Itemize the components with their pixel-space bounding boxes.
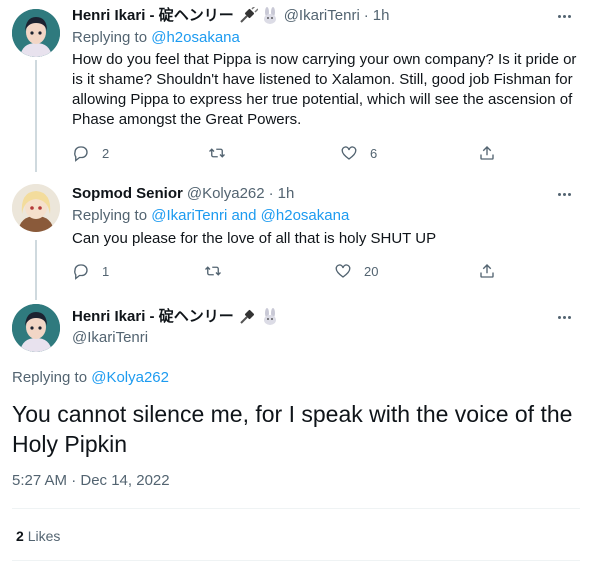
reply-target-link[interactable]: @IkariTenri and @h2osakana [151,207,349,224]
replying-to: Replying to @Kolya262 [12,368,169,388]
reply-target-link[interactable]: @h2osakana [151,29,240,46]
tweet-header: Henri Ikari - 碇ヘンリー [72,307,280,327]
reply-target-link[interactable]: @Kolya262 [91,369,169,386]
reply-tweet[interactable]: Henri Ikari - 碇ヘンリー @IkariTenri · 1h Rep… [0,0,592,180]
reply-count: 1 [102,263,110,279]
like-button[interactable]: 6 [340,143,377,163]
tweet-header: Henri Ikari - 碇ヘンリー @IkariTenri · 1h [72,6,389,26]
reply-icon [74,146,88,162]
name-emoji [238,7,280,25]
replying-to: Replying to @IkariTenri and @h2osakana [72,206,349,226]
tweet-time[interactable]: 1h [278,184,295,204]
tweet-text: Can you please for the love of all that … [72,230,437,247]
tweet-header: Sopmod Senior @Kolya262 · 1h [72,184,294,204]
avatar[interactable] [12,304,60,352]
replying-prefix: Replying to [72,207,148,224]
reply-button[interactable]: 2 [72,143,109,163]
separator-dot: · [268,185,274,202]
replying-prefix: Replying to [12,369,88,386]
like-count: 20 [364,263,379,279]
more-options-icon[interactable] [554,6,574,26]
user-handle[interactable]: @IkariTenri [72,328,148,348]
separator-dot: · [363,7,369,24]
reply-button[interactable]: 1 [72,261,109,281]
divider [12,560,580,561]
likes-count: 2 [16,528,24,544]
tweet-actions: 2 6 [72,143,512,163]
main-tweet-text: You cannot silence me, for I speak with … [12,401,573,457]
user-handle[interactable]: @Kolya262 [187,184,265,204]
replying-to: Replying to @h2osakana [72,28,240,48]
retweet-icon [205,266,221,276]
tweet-text: How do you feel that Pippa is now carryi… [72,51,577,128]
share-button[interactable] [478,261,496,281]
like-button[interactable]: 20 [334,261,378,281]
more-options-icon[interactable] [554,307,574,327]
display-name[interactable]: Sopmod Senior [72,184,183,204]
likes-summary[interactable]: 2 Likes [16,526,60,546]
reply-count: 2 [102,145,110,161]
reply-icon [74,264,88,280]
name-emoji [238,308,280,326]
divider [12,508,580,509]
tweet-timestamp[interactable]: 5:27 AM · Dec 14, 2022 [12,471,170,491]
more-options-icon[interactable] [554,184,574,204]
heart-icon [335,264,351,278]
tweet-actions: 1 20 [72,261,512,281]
tweet-time[interactable]: 1h [373,6,390,26]
heart-icon [341,146,357,160]
reply-tweet[interactable]: Sopmod Senior @Kolya262 · 1h Replying to… [0,180,592,292]
display-name[interactable]: Henri Ikari - 碇ヘンリー [72,6,234,26]
avatar[interactable] [12,184,60,232]
share-icon [480,146,494,160]
rabbit-icon [263,308,276,325]
likes-label: Likes [27,528,61,544]
share-icon [480,264,494,278]
display-name[interactable]: Henri Ikari - 碇ヘンリー [72,307,234,327]
user-handle[interactable]: @IkariTenri [284,6,360,26]
share-button[interactable] [478,143,496,163]
rabbit-icon [263,7,276,24]
avatar[interactable] [12,9,60,57]
plug-icon [239,309,254,324]
retweet-button[interactable] [204,261,222,281]
replying-prefix: Replying to [72,29,148,46]
plug-icon [239,7,258,23]
like-count: 6 [370,145,378,161]
retweet-button[interactable] [208,143,226,163]
retweet-icon [209,148,225,158]
